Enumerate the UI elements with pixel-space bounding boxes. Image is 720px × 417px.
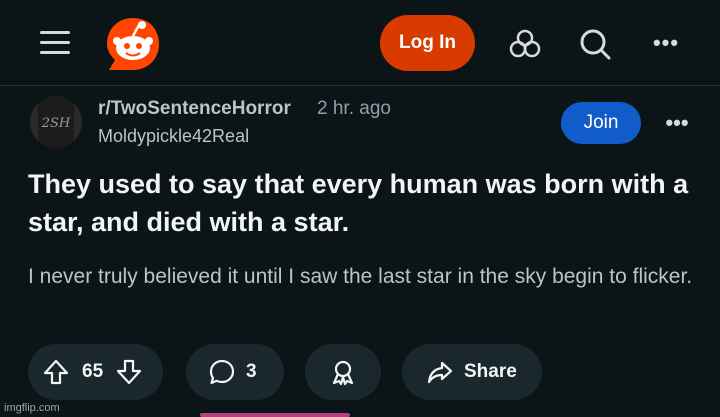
vote-count: 65	[82, 361, 104, 382]
share-label: Share	[464, 361, 517, 382]
join-button[interactable]: Join	[561, 102, 641, 144]
comment-icon	[208, 358, 236, 386]
login-button[interactable]: Log In	[380, 15, 475, 71]
award-button[interactable]	[305, 344, 381, 400]
upvote-icon[interactable]	[42, 358, 70, 386]
downvote-icon[interactable]	[115, 358, 143, 386]
comments-button[interactable]: 3	[186, 344, 284, 400]
communities-icon[interactable]	[506, 25, 544, 63]
subreddit-name[interactable]: r/TwoSentenceHorror	[98, 98, 291, 120]
decorative-strip	[200, 413, 350, 417]
post-more-options-icon[interactable]: •••	[657, 108, 697, 138]
header-divider	[0, 85, 720, 86]
menu-icon[interactable]	[36, 26, 74, 60]
more-options-icon[interactable]: •••	[646, 28, 686, 58]
reddit-logo[interactable]	[103, 14, 163, 74]
vote-controls: 65	[28, 344, 163, 400]
post-time: 2 hr. ago	[317, 98, 391, 119]
watermark: imgflip.com	[4, 402, 60, 414]
search-icon[interactable]	[576, 25, 614, 63]
post-title[interactable]: They used to say that every human was bo…	[28, 165, 698, 241]
share-button[interactable]: Share	[402, 344, 542, 400]
post-author[interactable]: Moldypickle42Real	[98, 126, 249, 147]
share-icon	[426, 358, 454, 386]
comment-count: 3	[246, 361, 257, 382]
avatar-text: 2SH	[41, 116, 71, 131]
subreddit-avatar[interactable]: 2SH	[30, 96, 82, 148]
top-bar: Log In •••	[0, 0, 720, 85]
post-body[interactable]: I never truly believed it until I saw th…	[28, 260, 698, 294]
award-icon	[329, 358, 357, 386]
